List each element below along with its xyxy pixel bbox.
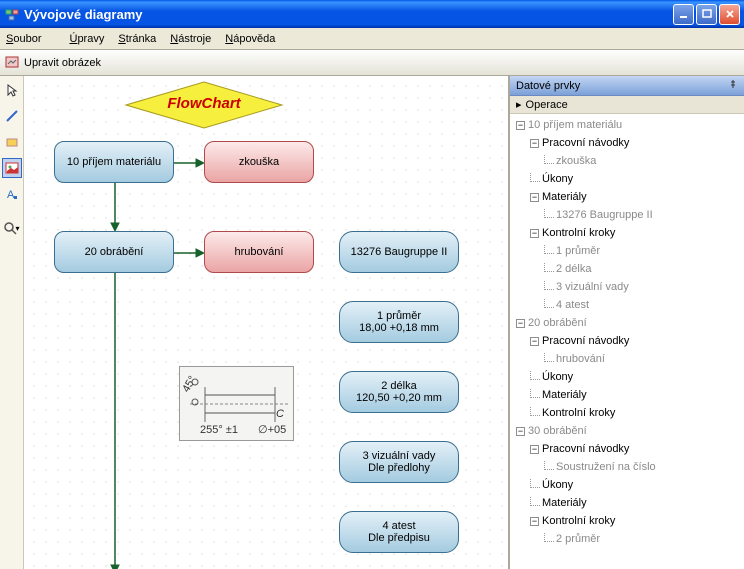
node-k1[interactable]: 1 průměr 18,00 +0,18 mm [339, 301, 459, 343]
edit-image-label[interactable]: Upravit obrázek [24, 57, 101, 69]
tree-n20[interactable]: −20 obrábění [512, 314, 744, 332]
tree-n30-kk[interactable]: −Kontrolní kroky [512, 512, 744, 530]
tool-image[interactable] [2, 158, 22, 178]
tree-n10-k3[interactable]: 3 vizuální vady [512, 278, 744, 296]
svg-text:∅+05: ∅+05 [258, 424, 286, 436]
node-10[interactable]: 10 příjem materiálu [54, 141, 174, 183]
tree: −10 příjem materiálu −Pracovní návodky z… [510, 114, 744, 569]
operations-header[interactable]: ▸ Operace [510, 96, 744, 114]
tree-n10-mat1[interactable]: 13276 Baugruppe II [512, 206, 744, 224]
technical-drawing[interactable]: 45° 255° ±1 ∅+05 C [179, 366, 294, 441]
tool-text[interactable]: A [2, 184, 22, 204]
tree-n30-mat[interactable]: Materiály [512, 494, 744, 512]
tool-rect[interactable] [2, 132, 22, 152]
node-k4[interactable]: 4 atest Dle předpisu [339, 511, 459, 553]
node-material[interactable]: 13276 Baugruppe II [339, 231, 459, 273]
menu-page[interactable]: Stránka [118, 33, 156, 45]
tree-n10[interactable]: −10 příjem materiálu [512, 116, 744, 134]
tree-n10-k4[interactable]: 4 atest [512, 296, 744, 314]
arrow-20-down [108, 273, 122, 569]
menu-tools[interactable]: Nástroje [170, 33, 211, 45]
tree-n10-zk[interactable]: zkouška [512, 152, 744, 170]
app-icon [4, 6, 20, 22]
tree-n10-pn[interactable]: −Pracovní návodky [512, 134, 744, 152]
arrow-20-op [174, 246, 204, 260]
right-panel: Datové prvky ▸ Operace −10 příjem materi… [509, 76, 744, 569]
close-button[interactable] [719, 4, 740, 25]
menu-help[interactable]: Nápověda [225, 33, 275, 45]
menubar: Soubor Úpravy Stránka Nástroje Nápověda [0, 28, 744, 50]
node-k2[interactable]: 2 délka 120,50 +0,20 mm [339, 371, 459, 413]
menu-edit[interactable]: Úpravy [69, 33, 104, 45]
tree-n10-k2[interactable]: 2 délka [512, 260, 744, 278]
tree-n20-uk[interactable]: Úkony [512, 368, 744, 386]
tree-n20-hr[interactable]: hrubování [512, 350, 744, 368]
row-indicator-icon: ▸ [516, 98, 522, 111]
arrow-10-20 [108, 183, 122, 231]
toolbar: Upravit obrázek [0, 50, 744, 76]
node-k3[interactable]: 3 vizuální vady Dle předlohy [339, 441, 459, 483]
node-20[interactable]: 20 obrábění [54, 231, 174, 273]
canvas[interactable]: FlowChart 10 příjem materiálu zkouška 20… [24, 76, 509, 569]
tree-n10-k1[interactable]: 1 průměr [512, 242, 744, 260]
node-20-op[interactable]: hrubování [204, 231, 314, 273]
tool-zoom[interactable]: ▾ [2, 218, 22, 238]
flowchart-title: FlowChart [124, 95, 284, 112]
tool-line[interactable] [2, 106, 22, 126]
maximize-button[interactable] [696, 4, 717, 25]
svg-text:255° ±1: 255° ±1 [200, 424, 238, 436]
tree-n30-k2[interactable]: 2 průměr [512, 530, 744, 548]
tree-n10-kk[interactable]: −Kontrolní kroky [512, 224, 744, 242]
tree-n20-kk[interactable]: Kontrolní kroky [512, 404, 744, 422]
tree-n30-pn[interactable]: −Pracovní návodky [512, 440, 744, 458]
menu-file[interactable]: Soubor [6, 33, 55, 45]
svg-text:C: C [276, 408, 284, 420]
panel-header[interactable]: Datové prvky [510, 76, 744, 96]
flowchart-title-shape[interactable]: FlowChart [124, 80, 284, 130]
tree-n10-mat[interactable]: −Materiály [512, 188, 744, 206]
node-10-test[interactable]: zkouška [204, 141, 314, 183]
tree-n30[interactable]: −30 obrábění [512, 422, 744, 440]
window-title: Vývojové diagramy [24, 7, 671, 22]
titlebar: Vývojové diagramy [0, 0, 744, 28]
tool-pointer[interactable] [2, 80, 22, 100]
tree-n20-pn[interactable]: −Pracovní návodky [512, 332, 744, 350]
tree-n20-mat[interactable]: Materiály [512, 386, 744, 404]
pin-icon[interactable] [728, 79, 738, 92]
minimize-button[interactable] [673, 4, 694, 25]
tree-n30-uk[interactable]: Úkony [512, 476, 744, 494]
tree-n30-so[interactable]: Soustružení na číslo [512, 458, 744, 476]
tree-n10-uk[interactable]: Úkony [512, 170, 744, 188]
left-toolbox: A ▾ [0, 76, 24, 569]
arrow-10-test [174, 156, 204, 170]
svg-text:A: A [7, 189, 15, 201]
edit-image-icon[interactable] [4, 55, 20, 71]
